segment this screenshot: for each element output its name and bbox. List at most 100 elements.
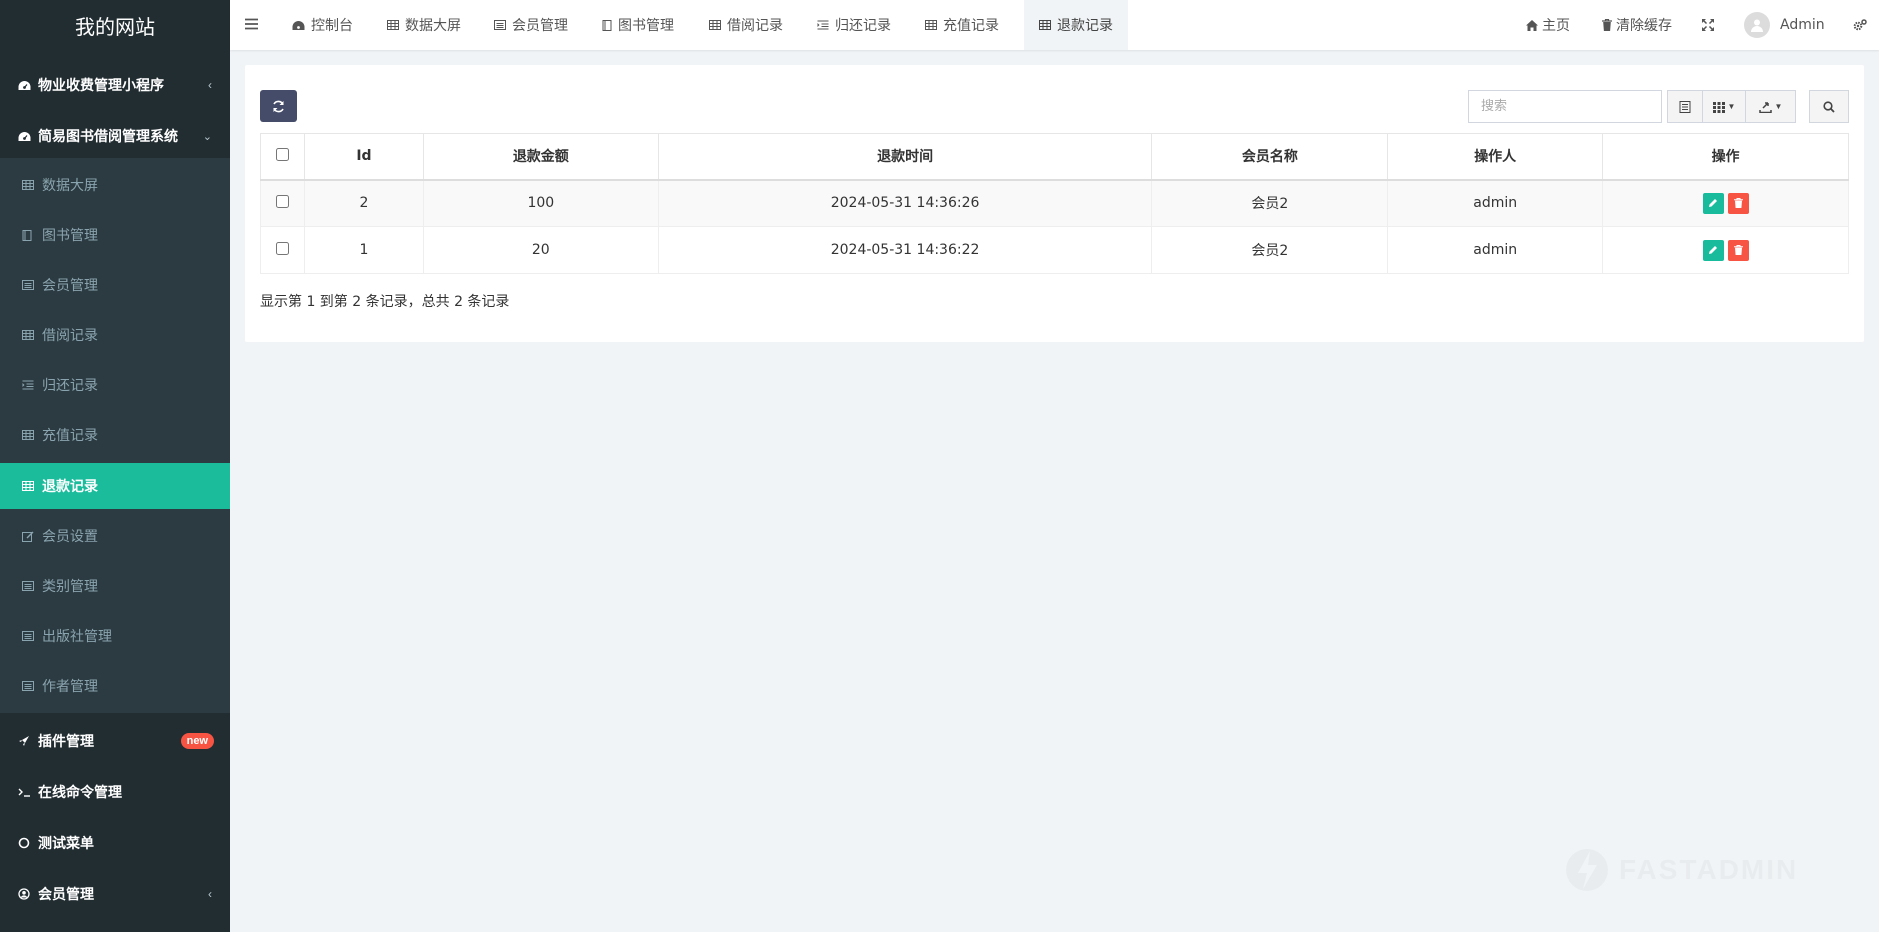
- sidebar-item-label: 数据大屏: [42, 177, 98, 193]
- sidebar-item-label: 会员管理: [38, 886, 94, 902]
- site-brand[interactable]: 我的网站: [0, 0, 230, 50]
- table-header-row: Id 退款金额 退款时间 会员名称 操作人 操作: [260, 133, 1849, 181]
- edit-button[interactable]: [1702, 239, 1724, 261]
- sidebar-item-authors[interactable]: 作者管理: [0, 663, 230, 709]
- export-dropdown-button[interactable]: ▼: [1745, 90, 1796, 123]
- sidebar-group-library[interactable]: 简易图书借阅管理系统 ⌄: [0, 117, 230, 155]
- cell-member: 会员2: [1151, 179, 1389, 227]
- watermark-text: FASTADMIN: [1619, 854, 1799, 885]
- row-select-cell: [260, 226, 305, 274]
- edit-button[interactable]: [1702, 192, 1724, 214]
- home-link[interactable]: 主页: [1526, 0, 1570, 50]
- tab-dashboard[interactable]: 控制台: [277, 0, 368, 50]
- chevron-down-icon: ⌄: [202, 130, 212, 143]
- sidebar-item-data-screen[interactable]: 数据大屏: [0, 162, 230, 208]
- tab-members[interactable]: 会员管理: [479, 0, 583, 50]
- table-icon: [22, 481, 36, 491]
- table-icon: [22, 430, 36, 440]
- delete-button[interactable]: [1727, 239, 1749, 261]
- refresh-button[interactable]: [260, 90, 297, 122]
- sidebar-item-member-settings[interactable]: 会员设置: [0, 513, 230, 559]
- tab-data-screen[interactable]: 数据大屏: [372, 0, 476, 50]
- tab-label: 数据大屏: [405, 18, 461, 34]
- user-menu[interactable]: Admin: [1744, 0, 1825, 50]
- tab-recharge-records[interactable]: 充值记录: [910, 0, 1014, 50]
- cell-actions: [1602, 179, 1849, 227]
- user-circle-icon: [18, 888, 34, 900]
- cell-operator: admin: [1387, 226, 1604, 274]
- settings-gears-icon[interactable]: [1853, 0, 1867, 50]
- home-label: 主页: [1542, 18, 1570, 34]
- sidebar-item-members[interactable]: 会员管理: [0, 262, 230, 308]
- select-all-checkbox[interactable]: [275, 147, 289, 161]
- cell-operator: admin: [1387, 179, 1604, 227]
- table-icon: [22, 330, 36, 340]
- cell-time: 2024-05-31 14:36:22: [657, 226, 1153, 274]
- circle-icon: [18, 837, 34, 849]
- sidebar-item-plugins[interactable]: 插件管理 new: [0, 722, 230, 760]
- export-icon: [1758, 101, 1772, 113]
- list-alt-icon: [22, 280, 36, 290]
- column-header-member[interactable]: 会员名称: [1151, 133, 1389, 181]
- sidebar-item-test-menu[interactable]: 测试菜单: [0, 824, 230, 862]
- columns-dropdown-button[interactable]: ▼: [1702, 90, 1746, 123]
- sidebar-item-label: 测试菜单: [38, 835, 94, 851]
- grid-icon: [1712, 101, 1725, 113]
- cell-id: 1: [303, 226, 424, 274]
- table-row: 2 100 2024-05-31 14:36:26 会员2 admin: [260, 179, 1849, 227]
- toggle-view-button[interactable]: [1667, 90, 1703, 123]
- fullscreen-icon[interactable]: [1702, 0, 1714, 50]
- sidebar-item-label: 图书管理: [42, 227, 98, 243]
- row-checkbox[interactable]: [275, 194, 289, 208]
- sidebar-item-refund-records[interactable]: 退款记录: [0, 463, 230, 509]
- refund-table: Id 退款金额 退款时间 会员名称 操作人 操作 2 100 2024-05-3…: [260, 133, 1849, 274]
- content-panel: ▼ ▼ Id 退款金额 退款时间 会员名称 操作人 操作 2 1: [245, 65, 1864, 342]
- tab-label: 借阅记录: [727, 18, 783, 34]
- pagination-info: 显示第 1 到第 2 条记录，总共 2 条记录: [260, 294, 510, 310]
- sidebar-group-property-fee[interactable]: 物业收费管理小程序 ‹: [0, 66, 230, 104]
- column-header-operator[interactable]: 操作人: [1387, 133, 1604, 181]
- column-header-amount[interactable]: 退款金额: [422, 133, 659, 181]
- column-header-time[interactable]: 退款时间: [657, 133, 1153, 181]
- dashboard-icon: [292, 20, 305, 31]
- sidebar-item-publishers[interactable]: 出版社管理: [0, 613, 230, 659]
- cell-time: 2024-05-31 14:36:26: [657, 179, 1153, 227]
- sidebar-item-books[interactable]: 图书管理: [0, 212, 230, 258]
- search-icon: [1823, 100, 1835, 113]
- tab-label: 图书管理: [618, 18, 674, 34]
- sidebar-item-label: 插件管理: [38, 733, 94, 749]
- rocket-icon: [18, 735, 34, 747]
- clear-cache-button[interactable]: 清除缓存: [1602, 0, 1672, 50]
- delete-button[interactable]: [1727, 192, 1749, 214]
- sidebar-item-return-records[interactable]: 归还记录: [0, 362, 230, 408]
- clear-cache-label: 清除缓存: [1616, 18, 1672, 34]
- home-icon: [1526, 19, 1538, 31]
- edit-icon: [22, 531, 36, 542]
- tab-refund-records[interactable]: 退款记录: [1024, 0, 1128, 50]
- cell-actions: [1602, 226, 1849, 274]
- tab-return-records[interactable]: 归还记录: [802, 0, 906, 50]
- sidebar-item-label: 退款记录: [42, 478, 98, 494]
- trash-icon: [1733, 245, 1743, 255]
- tab-label: 控制台: [311, 18, 353, 34]
- sidebar-item-label: 充值记录: [42, 427, 98, 443]
- sidebar-toggle-icon[interactable]: [245, 17, 258, 35]
- tab-borrow-records[interactable]: 借阅记录: [694, 0, 798, 50]
- sidebar-item-categories[interactable]: 类别管理: [0, 563, 230, 609]
- sidebar-item-member-management[interactable]: 会员管理 ‹: [0, 875, 230, 913]
- sidebar-item-online-command[interactable]: 在线命令管理: [0, 773, 230, 811]
- tab-label: 归还记录: [835, 18, 891, 34]
- sidebar-item-recharge-records[interactable]: 充值记录: [0, 412, 230, 458]
- row-checkbox[interactable]: [275, 241, 289, 255]
- cell-amount: 100: [422, 179, 659, 227]
- search-input[interactable]: [1468, 90, 1662, 123]
- column-header-id[interactable]: Id: [303, 133, 424, 181]
- dashboard-icon: [18, 80, 34, 91]
- chevron-left-icon: ‹: [208, 887, 212, 901]
- advanced-search-button[interactable]: [1809, 90, 1849, 123]
- dashboard-icon: [18, 131, 34, 142]
- book-icon: [22, 229, 36, 241]
- book-icon: [602, 19, 612, 31]
- tab-books[interactable]: 图书管理: [587, 0, 689, 50]
- sidebar-item-borrow-records[interactable]: 借阅记录: [0, 312, 230, 358]
